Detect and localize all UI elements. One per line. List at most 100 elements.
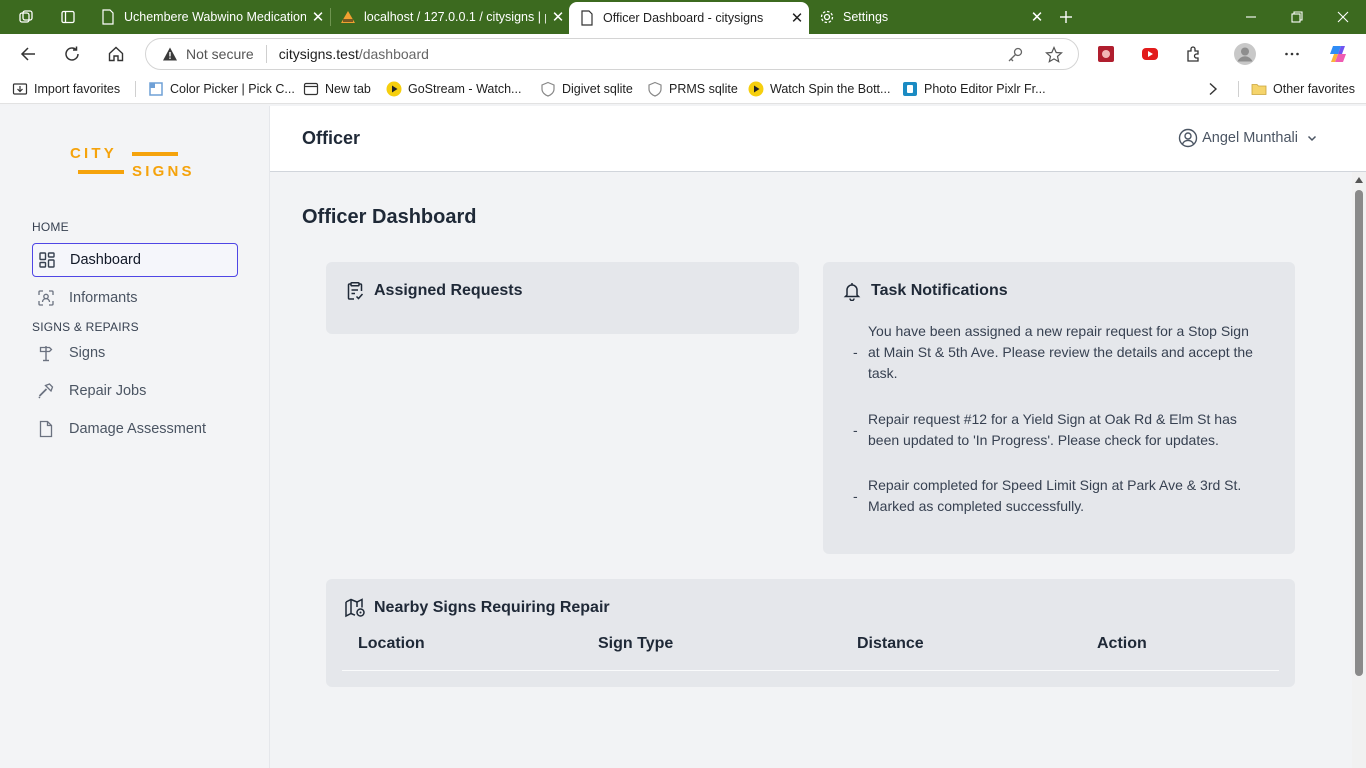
address-bar[interactable]: Not secure citysigns.test/dashboard <box>145 38 1079 70</box>
user-circle-icon <box>1178 128 1198 148</box>
city-signs-logo[interactable]: CITY SIGNS <box>70 146 210 186</box>
favorite-pixlr[interactable]: Photo Editor Pixlr Fr... <box>902 79 1046 99</box>
favorite-label: Import favorites <box>34 82 121 96</box>
refresh-icon[interactable] <box>56 38 88 70</box>
tab-title: Officer Dashboard - citysigns <box>603 11 764 25</box>
tab-title: Settings <box>843 10 889 24</box>
more-menu-icon[interactable] <box>1276 38 1308 70</box>
column-header-sign-type[interactable]: Sign Type <box>598 635 673 653</box>
browser-tab-2[interactable]: localhost / 127.0.0.1 / citysigns | p ✕ <box>330 0 570 34</box>
sidebar-item-label: Repair Jobs <box>69 383 147 399</box>
card-title: Nearby Signs Requiring Repair <box>344 597 610 619</box>
browser-toolbar: Not secure citysigns.test/dashboard <box>0 34 1366 74</box>
user-menu[interactable]: Angel Munthali <box>1178 128 1318 148</box>
star-icon[interactable] <box>1045 46 1063 67</box>
sidebar-item-informants[interactable]: Informants <box>32 281 238 315</box>
favorite-color-picker[interactable]: Color Picker | Pick C... <box>148 79 295 99</box>
sidebar-item-dashboard[interactable]: Dashboard <box>32 243 238 277</box>
page-icon <box>579 10 595 26</box>
favorite-label: Other favorites <box>1273 82 1355 96</box>
minimize-icon[interactable] <box>1228 0 1274 34</box>
warning-icon[interactable] <box>162 46 178 62</box>
favorite-digivet[interactable]: Digivet sqlite <box>540 79 633 99</box>
task-notifications-card: Task Notifications - You have been assig… <box>823 262 1295 554</box>
card-title-text: Assigned Requests <box>374 282 523 299</box>
logo-text-city: CITY <box>70 146 117 162</box>
favorite-label: Color Picker | Pick C... <box>170 82 295 96</box>
close-icon[interactable]: ✕ <box>546 8 570 26</box>
scroll-up-arrow-icon[interactable] <box>1355 177 1363 183</box>
favorite-label: GoStream - Watch... <box>408 82 522 96</box>
close-icon[interactable]: ✕ <box>306 8 330 26</box>
column-header-location[interactable]: Location <box>358 635 425 653</box>
browser-tab-3[interactable]: Officer Dashboard - citysigns ✕ <box>569 2 809 34</box>
favorite-label: Digivet sqlite <box>562 82 633 96</box>
nav-heading-home: HOME <box>32 220 69 234</box>
extension-red-icon[interactable] <box>1090 38 1122 70</box>
extensions-puzzle-icon[interactable] <box>1178 38 1210 70</box>
favorites-overflow-chevron-icon[interactable] <box>1207 79 1219 99</box>
bell-icon <box>841 280 863 302</box>
card-title: Task Notifications <box>841 280 1008 302</box>
new-tab-plus-icon[interactable] <box>1046 0 1086 34</box>
color-picker-icon <box>148 81 164 97</box>
browser-tab-1[interactable]: Uchembere Wabwino Medication ✕ <box>90 0 330 34</box>
url-host[interactable]: citysigns.test <box>279 46 359 62</box>
logo-bar-top <box>132 152 178 156</box>
home-icon[interactable] <box>100 38 132 70</box>
security-label[interactable]: Not secure <box>186 46 254 62</box>
window-close-icon[interactable] <box>1320 0 1366 34</box>
favorite-gostream[interactable]: GoStream - Watch... <box>386 79 521 99</box>
notification-text: Repair completed for Speed Limit Sign at… <box>868 477 1242 514</box>
favorite-spin-the-bottle[interactable]: Watch Spin the Bott... <box>748 79 890 99</box>
app-header: Officer Angel Munthali <box>270 106 1366 172</box>
favorite-import[interactable]: Import favorites <box>12 79 120 99</box>
shield-icon <box>647 81 663 97</box>
favorite-label: Watch Spin the Bott... <box>770 82 891 96</box>
favorite-label: PRMS sqlite <box>669 82 738 96</box>
pixlr-icon <box>902 81 918 97</box>
copilot-icon[interactable] <box>1322 38 1354 70</box>
favorite-new-tab[interactable]: New tab <box>303 79 371 99</box>
nearby-signs-card: Nearby Signs Requiring Repair Location S… <box>326 579 1295 687</box>
sidebar-item-label: Damage Assessment <box>69 421 207 437</box>
user-name: Angel Munthali <box>1202 130 1298 146</box>
chevron-down-icon <box>1306 132 1318 144</box>
card-title-text: Nearby Signs Requiring Repair <box>374 599 610 616</box>
workspaces-icon[interactable] <box>6 0 46 34</box>
assigned-requests-card: Assigned Requests <box>326 262 799 334</box>
profile-avatar-icon[interactable] <box>1229 38 1261 70</box>
sidebar-item-label: Signs <box>69 345 106 361</box>
scrollbar-thumb[interactable] <box>1355 190 1363 676</box>
favorites-divider <box>135 81 136 97</box>
map-icon <box>344 597 366 619</box>
phpmyadmin-icon <box>340 9 356 25</box>
favorites-bar: Import favorites Color Picker | Pick C..… <box>0 74 1366 104</box>
favorite-prms[interactable]: PRMS sqlite <box>647 79 738 99</box>
favorite-label: Photo Editor Pixlr Fr... <box>924 82 1046 96</box>
youtube-extension-icon[interactable] <box>1134 38 1166 70</box>
tab-actions-icon[interactable] <box>48 0 88 34</box>
column-header-distance[interactable]: Distance <box>857 635 924 653</box>
address-divider <box>265 45 267 63</box>
sidebar: CITY SIGNS HOME Dashboard Informants SIG… <box>0 106 270 768</box>
browser-tab-4[interactable]: Settings ✕ <box>809 0 1049 34</box>
logo-text-signs: SIGNS <box>132 163 195 180</box>
card-title-text: Task Notifications <box>871 282 1008 299</box>
favorite-other-favorites[interactable]: Other favorites <box>1251 79 1355 99</box>
column-header-action[interactable]: Action <box>1097 635 1147 653</box>
notification-text: You have been assigned a new repair requ… <box>868 323 1253 381</box>
gear-icon <box>819 9 835 25</box>
restore-icon[interactable] <box>1274 0 1320 34</box>
sidebar-item-repair-jobs[interactable]: Repair Jobs <box>32 374 238 408</box>
logo-bar-bottom <box>78 170 124 174</box>
url-path[interactable]: /dashboard <box>359 46 429 62</box>
key-icon[interactable] <box>1006 46 1024 67</box>
sidebar-item-damage-assessment[interactable]: Damage Assessment <box>32 412 238 446</box>
sidebar-item-signs[interactable]: Signs <box>32 336 238 370</box>
page-scrollbar[interactable] <box>1352 172 1366 768</box>
back-icon[interactable] <box>12 38 44 70</box>
new-tab-icon <box>303 81 319 97</box>
signpost-icon <box>36 343 56 363</box>
close-icon[interactable]: ✕ <box>785 9 809 27</box>
